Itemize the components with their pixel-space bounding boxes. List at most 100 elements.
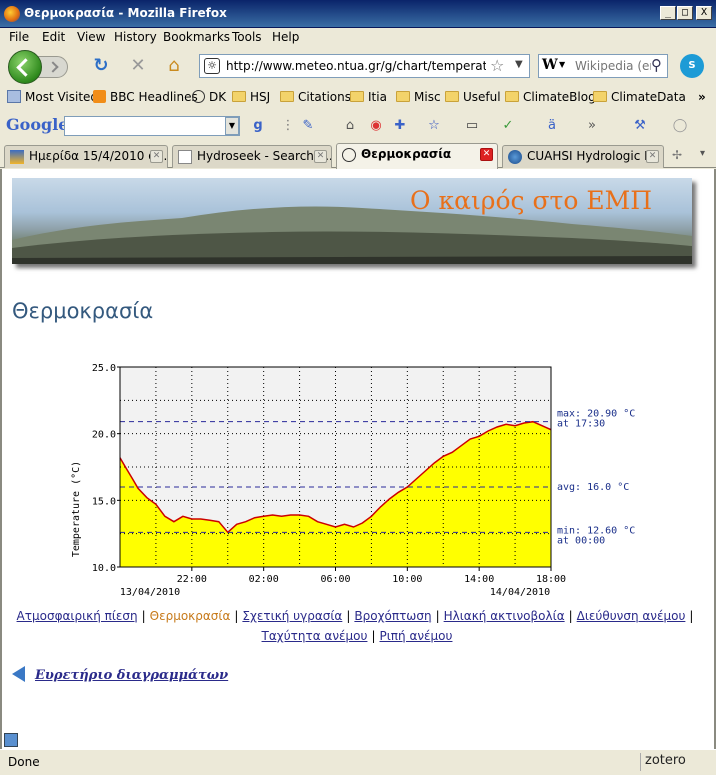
bookmark-label: ClimateData bbox=[611, 90, 686, 104]
bookmark-folder-hsj[interactable]: HSJ bbox=[232, 90, 270, 104]
link-wind-direction[interactable]: Διεύθυνση ανέμου bbox=[577, 609, 686, 623]
bookmark-bbc-headlines[interactable]: BBC Headlines bbox=[93, 90, 198, 104]
bookmark-label: BBC Headlines bbox=[110, 90, 198, 104]
tab-list-dropdown-icon[interactable]: ▾ bbox=[700, 148, 705, 159]
bookmark-folder-misc[interactable]: Misc bbox=[396, 90, 441, 104]
menu-file[interactable]: File bbox=[9, 30, 29, 44]
reload-icon[interactable]: ↻ bbox=[90, 55, 112, 77]
bookmark-folder-climateblogs[interactable]: ClimateBlogs bbox=[505, 90, 602, 104]
close-tab-icon[interactable]: ✕ bbox=[646, 150, 659, 163]
bookmark-folder-useful[interactable]: Useful bbox=[445, 90, 501, 104]
link-temperature: Θερμοκρασία bbox=[149, 609, 231, 623]
link-wind-gust[interactable]: Ριπή ανέμου bbox=[380, 629, 453, 643]
menu-edit[interactable]: Edit bbox=[42, 30, 65, 44]
bookmark-folder-climatedata[interactable]: ClimateData bbox=[593, 90, 686, 104]
link-rainfall[interactable]: Βροχόπτωση bbox=[354, 609, 431, 623]
link-solar-radiation[interactable]: Ηλιακή ακτινοβολία bbox=[444, 609, 565, 623]
menu-help[interactable]: Help bbox=[272, 30, 299, 44]
bookmark-star-icon[interactable]: ☆ bbox=[490, 56, 504, 75]
skype-addon-icon[interactable]: S bbox=[680, 54, 704, 78]
firefox-logo-icon bbox=[4, 6, 20, 22]
url-dropdown-icon[interactable]: ▼ bbox=[515, 59, 523, 70]
back-button[interactable] bbox=[8, 50, 42, 84]
separator: | bbox=[689, 609, 694, 623]
home-icon[interactable]: ⌂ bbox=[163, 55, 185, 77]
google-search-icon[interactable]: g bbox=[250, 118, 266, 134]
bookmark-dk[interactable]: DK bbox=[192, 90, 226, 104]
google-logo-text: Google bbox=[6, 115, 69, 134]
site-favicon-icon bbox=[10, 150, 24, 164]
chart-index-link-text[interactable]: Ευρετήριο διαγραμμάτων bbox=[35, 668, 228, 683]
url-bar[interactable]: ☼ ☆ ▼ bbox=[199, 54, 530, 78]
bookmark-folder-itia[interactable]: Itia bbox=[350, 90, 387, 104]
signin-circle-icon[interactable]: ◯ bbox=[672, 118, 688, 134]
search-input[interactable] bbox=[575, 58, 651, 74]
url-input[interactable] bbox=[226, 58, 486, 74]
search-bar[interactable]: W ▼ ⚲ bbox=[538, 54, 668, 78]
site-favicon-icon bbox=[342, 148, 356, 162]
x-tick-label: 18:00 bbox=[536, 574, 566, 585]
menu-view[interactable]: View bbox=[77, 30, 105, 44]
new-tab-icon[interactable]: ✢ bbox=[672, 148, 682, 162]
google-search-input[interactable] bbox=[64, 116, 240, 136]
reference-sublabel-max: at 17:30 bbox=[557, 419, 605, 430]
folder-icon bbox=[445, 91, 459, 102]
tab-cuahsi[interactable]: CUAHSI Hydrologic I... ✕ bbox=[502, 145, 664, 168]
close-tab-icon[interactable]: ✕ bbox=[150, 150, 163, 163]
close-tab-icon[interactable]: ✕ bbox=[480, 148, 493, 161]
most-visited-icon bbox=[7, 90, 21, 103]
bookmark-most-visited[interactable]: Most Visited bbox=[7, 90, 98, 104]
link-pressure[interactable]: Ατμοσφαιρική πίεση bbox=[17, 609, 138, 623]
close-window-button[interactable]: X bbox=[696, 6, 712, 20]
google-search-dropdown-icon[interactable]: ▼ bbox=[225, 117, 239, 135]
chart-links: Ατμοσφαιρική πίεση | Θερμοκρασία | Σχετική υ… bbox=[12, 606, 702, 646]
star-icon[interactable]: ☆ bbox=[426, 118, 442, 134]
bookmark-label: Most Visited bbox=[25, 90, 99, 104]
maximize-button[interactable]: □ bbox=[677, 6, 693, 20]
bookmark-label: DK bbox=[209, 90, 227, 104]
google-logo[interactable]: Google bbox=[6, 115, 68, 134]
temperature-chart: 25.0 20.0 15.0 10.0 22:00 02:00 06:00 10:00 14:… bbox=[2, 354, 716, 604]
y-tick-label: 15.0 bbox=[92, 496, 116, 507]
engine-dropdown-icon[interactable]: ▼ bbox=[559, 60, 565, 69]
menu-bookmarks[interactable]: Bookmarks bbox=[163, 30, 230, 44]
edit-page-icon[interactable] bbox=[4, 733, 18, 747]
close-tab-icon[interactable]: ✕ bbox=[314, 150, 327, 163]
wikipedia-engine-icon[interactable]: W bbox=[542, 57, 558, 73]
menu-tools[interactable]: Tools bbox=[232, 30, 262, 44]
plus-icon[interactable]: ✚ bbox=[392, 118, 408, 134]
tab-imerida[interactable]: Ημερίδα 15/4/2010 σ... ✕ bbox=[4, 145, 168, 168]
menu-bar: File Edit View History Bookmarks Tools H… bbox=[0, 28, 716, 46]
zotero-button[interactable]: zotero bbox=[640, 753, 696, 771]
wrench-icon[interactable]: ⚒ bbox=[632, 118, 648, 134]
globe-icon bbox=[508, 150, 522, 164]
tab-hydroseek[interactable]: Hydroseek - Search e... ✕ bbox=[172, 145, 332, 168]
bank-icon[interactable]: ⌂ bbox=[342, 118, 358, 134]
stop-icon[interactable]: ✕ bbox=[127, 55, 149, 77]
pagerank-icon[interactable]: ▭ bbox=[464, 118, 480, 134]
folder-icon bbox=[505, 91, 519, 102]
window-title: Θερμοκρασία - Mozilla Firefox bbox=[24, 6, 227, 20]
minimize-button[interactable]: _ bbox=[660, 6, 676, 20]
google-overflow-icon[interactable]: » bbox=[584, 118, 600, 134]
bookmark-pen-icon[interactable]: ✎ bbox=[300, 118, 316, 134]
status-bar: Done zotero bbox=[0, 749, 716, 775]
link-humidity[interactable]: Σχετική υγρασία bbox=[242, 609, 342, 623]
link-wind-speed[interactable]: Ταχύτητα ανέμου bbox=[262, 629, 368, 643]
spellcheck-icon[interactable]: ✓ bbox=[500, 118, 516, 134]
bookmark-label: ClimateBlogs bbox=[523, 90, 602, 104]
bookmarks-overflow-button[interactable]: » bbox=[698, 90, 706, 104]
forward-button[interactable] bbox=[38, 56, 68, 78]
separator: | bbox=[371, 629, 376, 643]
search-icon[interactable]: ⚲ bbox=[651, 56, 662, 74]
translate-icon[interactable]: ä bbox=[544, 118, 560, 134]
chart-index-link[interactable]: Ευρετήριο διαγραμμάτων bbox=[12, 666, 228, 683]
back-arrow-icon[interactable] bbox=[12, 666, 25, 682]
menu-history[interactable]: History bbox=[114, 30, 157, 44]
picasa-icon[interactable]: ◉ bbox=[368, 118, 384, 134]
x-axis-ticks: 22:00 02:00 06:00 10:00 14:00 18:00 bbox=[177, 567, 566, 585]
tab-thermokrasia[interactable]: Θερμοκρασία ✕ bbox=[336, 143, 498, 169]
bookmark-folder-citations[interactable]: Citations bbox=[280, 90, 351, 104]
reference-label-avg: avg: 16.0 °C bbox=[557, 482, 629, 493]
x-tick-label: 02:00 bbox=[249, 574, 279, 585]
